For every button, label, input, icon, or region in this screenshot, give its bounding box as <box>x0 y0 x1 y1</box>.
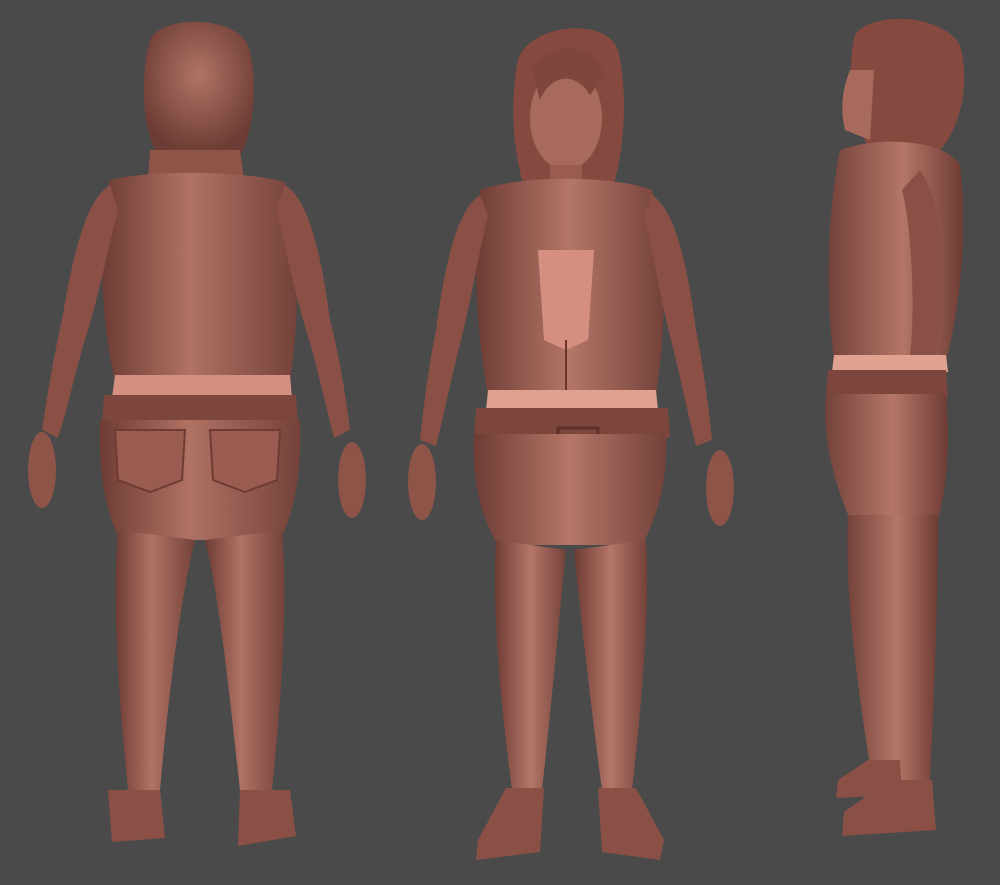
right-shoe <box>598 788 664 860</box>
right-shoe <box>238 790 296 846</box>
figure-front-view <box>380 0 760 885</box>
belt <box>826 370 948 398</box>
tank-top-band <box>112 375 292 398</box>
belt <box>474 408 670 438</box>
left-shoe <box>108 790 165 842</box>
left-shoe <box>476 788 544 860</box>
right-leg <box>574 540 648 790</box>
tank-top-band <box>486 390 658 410</box>
figure-back-view <box>0 0 380 885</box>
left-leg <box>494 540 566 790</box>
tank-top <box>538 250 594 350</box>
right-leg <box>205 530 285 790</box>
hood <box>143 21 254 155</box>
right-hand <box>706 450 734 526</box>
hips <box>825 394 948 520</box>
left-hand <box>28 432 56 508</box>
figure-side-view <box>770 0 1000 885</box>
back-view-model <box>28 21 366 846</box>
tank-top-band <box>832 355 948 372</box>
torso <box>102 172 297 380</box>
left-leg <box>115 530 195 790</box>
legs <box>847 515 938 780</box>
hips <box>473 434 667 545</box>
front-view-model <box>408 28 734 860</box>
side-view-model <box>825 18 965 836</box>
left-hand <box>408 444 436 520</box>
right-hand <box>338 442 366 518</box>
viewport-canvas <box>0 0 1000 885</box>
back-pocket-right <box>208 429 282 494</box>
back-pocket-left <box>113 429 187 494</box>
torso <box>828 141 964 360</box>
face-profile <box>842 70 874 140</box>
